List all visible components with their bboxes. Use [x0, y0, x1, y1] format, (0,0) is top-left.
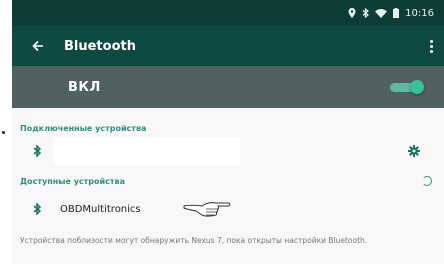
bluetooth-toggle[interactable]	[390, 80, 424, 94]
scanning-spinner-icon	[422, 176, 432, 186]
switch-label: ВКЛ	[68, 79, 101, 95]
battery-icon	[393, 8, 400, 18]
paired-devices-header: Подключенные устройства	[20, 124, 147, 133]
back-button[interactable]	[12, 40, 64, 52]
bluetooth-icon	[20, 145, 54, 157]
back-arrow-icon	[32, 40, 43, 52]
wifi-icon	[375, 8, 388, 18]
bluetooth-master-switch-bar[interactable]: ВКЛ	[12, 66, 444, 108]
page-title: Bluetooth	[64, 38, 136, 54]
available-devices-header: Доступные устройства	[20, 177, 125, 186]
overflow-menu-icon[interactable]	[418, 39, 444, 53]
android-screen: 10:16 Bluetooth ВКЛ Подключенные устройс…	[12, 0, 444, 264]
stray-dot	[2, 131, 5, 134]
paired-device-name-blank	[54, 137, 240, 165]
gear-icon[interactable]	[408, 145, 420, 157]
bluetooth-status-icon	[362, 8, 370, 18]
paired-device-row[interactable]	[20, 136, 430, 166]
bluetooth-icon	[20, 203, 54, 215]
available-devices-header-row: Доступные устройства	[20, 176, 432, 189]
visibility-hint: Устройства поблизости могут обнаружить N…	[20, 236, 368, 245]
status-bar: 10:16	[12, 0, 444, 26]
app-bar: Bluetooth	[12, 26, 444, 66]
location-icon	[348, 8, 356, 18]
device-name: OBDMultitronics	[60, 203, 141, 215]
status-time: 10:16	[405, 7, 434, 19]
pointer-hand-icon	[182, 196, 238, 230]
